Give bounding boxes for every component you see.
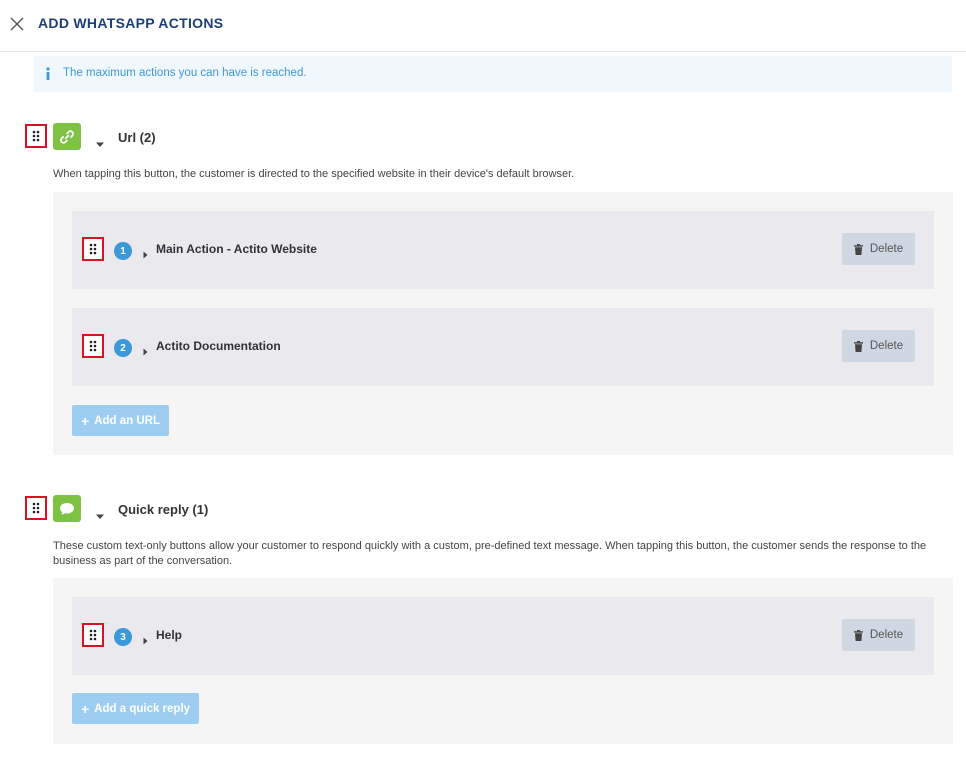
info-icon — [44, 66, 52, 82]
trash-icon — [853, 243, 863, 255]
section-drag-handle[interactable] — [25, 496, 47, 520]
drag-dots-icon — [89, 629, 97, 641]
collapse-section-icon[interactable] — [95, 135, 105, 147]
action-label: Main Action - Actito Website — [156, 242, 317, 256]
drag-dots-icon — [89, 243, 97, 255]
action-label: Actito Documentation — [156, 339, 281, 353]
section-drag-handle[interactable] — [25, 124, 47, 148]
close-icon[interactable] — [9, 16, 25, 32]
delete-label: Delete — [869, 243, 904, 255]
action-card: 1 Main Action - Actito Website Delete — [72, 211, 934, 289]
action-number-badge: 2 — [114, 339, 132, 357]
action-drag-handle[interactable] — [82, 334, 104, 358]
expand-action-icon[interactable] — [143, 246, 148, 259]
add-url-button[interactable]: + Add an URL — [72, 405, 169, 436]
plus-icon: + — [81, 700, 90, 717]
info-banner: The maximum actions you can have is reac… — [34, 56, 952, 92]
action-drag-handle[interactable] — [82, 623, 104, 647]
add-url-label: Add an URL — [94, 414, 160, 427]
action-card: 2 Actito Documentation Delete — [72, 308, 934, 386]
dialog-header: ADD WHATSAPP ACTIONS — [0, 0, 966, 52]
section-title: Url (2) — [118, 130, 156, 145]
section-description: These custom text-only buttons allow you… — [53, 540, 927, 567]
action-number-badge: 3 — [114, 628, 132, 646]
trash-icon — [853, 340, 863, 352]
action-card: 3 Help Delete — [72, 597, 934, 675]
add-quick-reply-button[interactable]: + Add a quick reply — [72, 693, 200, 724]
delete-label: Delete — [869, 629, 904, 641]
add-quick-reply-label: Add a quick reply — [94, 702, 191, 715]
collapse-section-icon[interactable] — [95, 507, 105, 519]
chat-bubble-icon — [53, 495, 81, 522]
section-description: When tapping this button, the customer i… — [53, 168, 575, 180]
link-icon — [53, 123, 81, 150]
expand-action-icon[interactable] — [143, 343, 148, 356]
delete-button[interactable]: Delete — [842, 330, 915, 362]
drag-dots-icon — [32, 130, 40, 142]
action-number-badge: 1 — [114, 242, 132, 260]
expand-action-icon[interactable] — [143, 632, 148, 645]
action-label: Help — [156, 628, 183, 642]
dialog-title: ADD WHATSAPP ACTIONS — [38, 15, 224, 31]
plus-icon: + — [81, 412, 90, 429]
drag-dots-icon — [89, 340, 97, 352]
delete-label: Delete — [869, 340, 904, 352]
info-message: The maximum actions you can have is reac… — [63, 67, 307, 79]
section-title: Quick reply (1) — [118, 502, 209, 517]
delete-button[interactable]: Delete — [842, 619, 915, 651]
trash-icon — [853, 629, 863, 641]
drag-dots-icon — [32, 502, 40, 514]
delete-button[interactable]: Delete — [842, 233, 915, 265]
action-drag-handle[interactable] — [82, 237, 104, 261]
